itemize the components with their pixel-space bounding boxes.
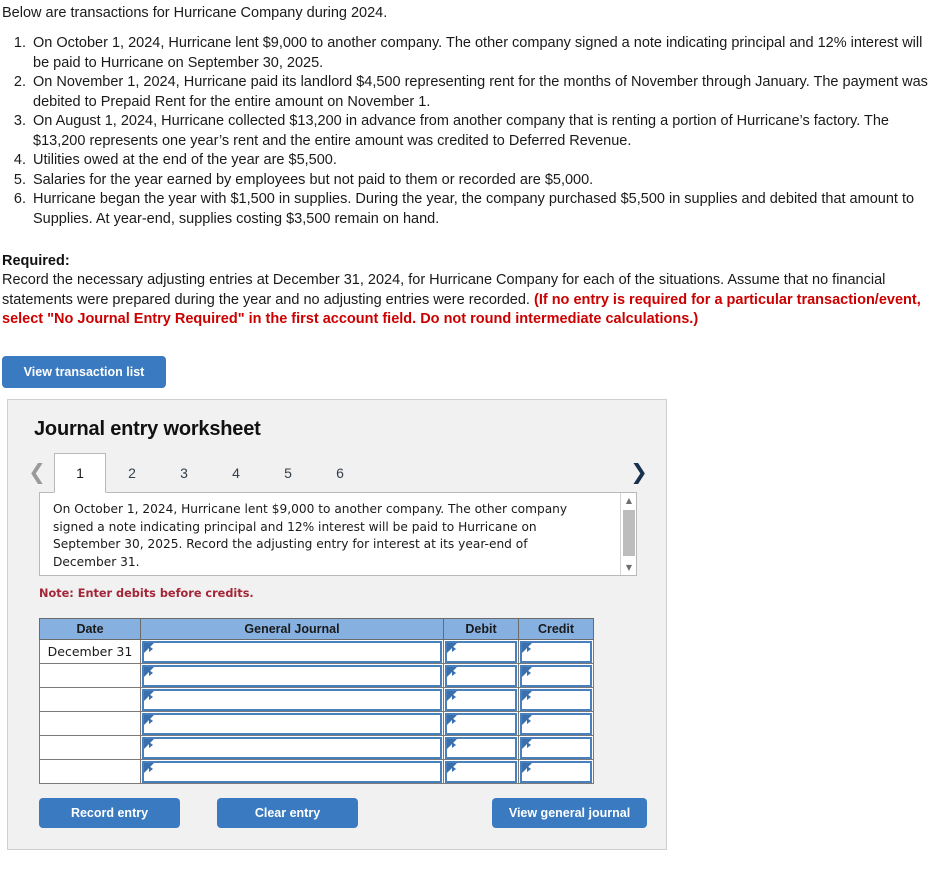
table-row [39, 735, 594, 760]
debit-input[interactable] [445, 736, 517, 759]
table-row [39, 663, 594, 688]
debit-input[interactable] [445, 712, 517, 735]
credit-input[interactable] [520, 712, 592, 735]
debit-input[interactable] [445, 640, 517, 663]
cell-general-journal[interactable] [140, 687, 444, 712]
transaction-item: On October 1, 2024, Hurricane lent $9,00… [30, 34, 932, 73]
worksheet-tab-label: 6 [336, 465, 344, 481]
credit-input[interactable] [520, 688, 592, 711]
worksheet-tabstrip: ❮ ❯ 123456 [26, 453, 650, 493]
credit-input[interactable] [520, 640, 592, 663]
description-scrollbar[interactable]: ▲ ▼ [620, 493, 636, 575]
credit-input[interactable] [520, 760, 592, 783]
cell-debit[interactable] [443, 639, 519, 664]
worksheet-tab-6[interactable]: 6 [314, 453, 366, 493]
worksheet-tabs: 1 2 3 4 5 6 [26, 453, 628, 493]
table-row [39, 759, 594, 784]
cell-credit[interactable] [518, 711, 594, 736]
debit-input[interactable] [445, 760, 517, 783]
cell-general-journal[interactable] [140, 711, 444, 736]
view-transaction-list-button[interactable]: View transaction list [2, 356, 166, 388]
cell-general-journal[interactable] [140, 639, 444, 664]
credit-input[interactable] [520, 736, 592, 759]
triangle-up-icon[interactable]: ▲ [621, 493, 637, 508]
worksheet-tab-label: 1 [76, 465, 84, 481]
account-select[interactable] [142, 712, 442, 735]
worksheet-tab-5[interactable]: 5 [262, 453, 314, 493]
worksheet-tab-label: 3 [180, 465, 188, 481]
cell-debit[interactable] [443, 759, 519, 784]
cell-credit[interactable] [518, 759, 594, 784]
column-header-credit: Credit [518, 618, 594, 640]
intro-text: Below are transactions for Hurricane Com… [2, 5, 388, 21]
cell-credit[interactable] [518, 663, 594, 688]
transaction-list: On October 1, 2024, Hurricane lent $9,00… [2, 34, 932, 229]
chevron-right-icon[interactable]: ❯ [628, 460, 650, 484]
cell-debit[interactable] [443, 735, 519, 760]
cell-general-journal[interactable] [140, 735, 444, 760]
cell-debit[interactable] [443, 663, 519, 688]
journal-entry-table: Date General Journal Debit Credit Decemb… [39, 618, 594, 784]
cell-date[interactable] [39, 663, 141, 688]
cell-debit[interactable] [443, 711, 519, 736]
transaction-item: Utilities owed at the end of the year ar… [30, 151, 932, 171]
worksheet-description-box: On October 1, 2024, Hurricane lent $9,00… [39, 492, 637, 576]
debit-input[interactable] [445, 688, 517, 711]
column-header-date: Date [39, 618, 141, 640]
worksheet-title: Journal entry worksheet [34, 418, 261, 440]
cell-date[interactable] [39, 711, 141, 736]
transaction-item: On November 1, 2024, Hurricane paid its … [30, 73, 932, 112]
cell-general-journal[interactable] [140, 759, 444, 784]
credit-input[interactable] [520, 664, 592, 687]
worksheet-tab-2[interactable]: 2 [106, 453, 158, 493]
clear-entry-button[interactable]: Clear entry [217, 798, 358, 828]
table-row [39, 687, 594, 712]
date-value: December 31 [47, 644, 133, 659]
column-header-debit: Debit [443, 618, 519, 640]
worksheet-tab-label: 4 [232, 465, 240, 481]
record-entry-button[interactable]: Record entry [39, 798, 180, 828]
column-header-general-journal: General Journal [140, 618, 444, 640]
transaction-item: Salaries for the year earned by employee… [30, 171, 932, 191]
account-select[interactable] [142, 736, 442, 759]
required-body: Record the necessary adjusting entries a… [2, 271, 932, 330]
cell-general-journal[interactable] [140, 663, 444, 688]
triangle-down-icon[interactable]: ▼ [621, 560, 637, 575]
cell-date[interactable] [39, 735, 141, 760]
account-select[interactable] [142, 640, 442, 663]
table-header-row: Date General Journal Debit Credit [39, 618, 594, 640]
cell-credit[interactable] [518, 687, 594, 712]
cell-date[interactable]: December 31 [39, 639, 141, 664]
page-root: Below are transactions for Hurricane Com… [0, 0, 946, 886]
debits-before-credits-note: Note: Enter debits before credits. [39, 587, 254, 600]
cell-date[interactable] [39, 687, 141, 712]
scrollbar-thumb[interactable] [623, 510, 635, 556]
debit-input[interactable] [445, 664, 517, 687]
cell-date[interactable] [39, 759, 141, 784]
account-select[interactable] [142, 760, 442, 783]
worksheet-tab-4[interactable]: 4 [210, 453, 262, 493]
cell-credit[interactable] [518, 735, 594, 760]
required-label: Required: [2, 253, 70, 269]
journal-entry-worksheet-panel: Journal entry worksheet ❮ ❯ 123456 On Oc… [7, 399, 667, 850]
worksheet-tab-3[interactable]: 3 [158, 453, 210, 493]
view-general-journal-button[interactable]: View general journal [492, 798, 647, 828]
account-select[interactable] [142, 688, 442, 711]
worksheet-tab-label: 5 [284, 465, 292, 481]
account-select[interactable] [142, 664, 442, 687]
transaction-item: Hurricane began the year with $1,500 in … [30, 190, 932, 229]
worksheet-tab-1[interactable]: 1 [54, 453, 106, 493]
cell-credit[interactable] [518, 639, 594, 664]
table-row [39, 711, 594, 736]
table-row: December 31 [39, 639, 594, 664]
cell-debit[interactable] [443, 687, 519, 712]
worksheet-tab-label: 2 [128, 465, 136, 481]
worksheet-description-text: On October 1, 2024, Hurricane lent $9,00… [53, 502, 568, 569]
transaction-item: On August 1, 2024, Hurricane collected $… [30, 112, 932, 151]
